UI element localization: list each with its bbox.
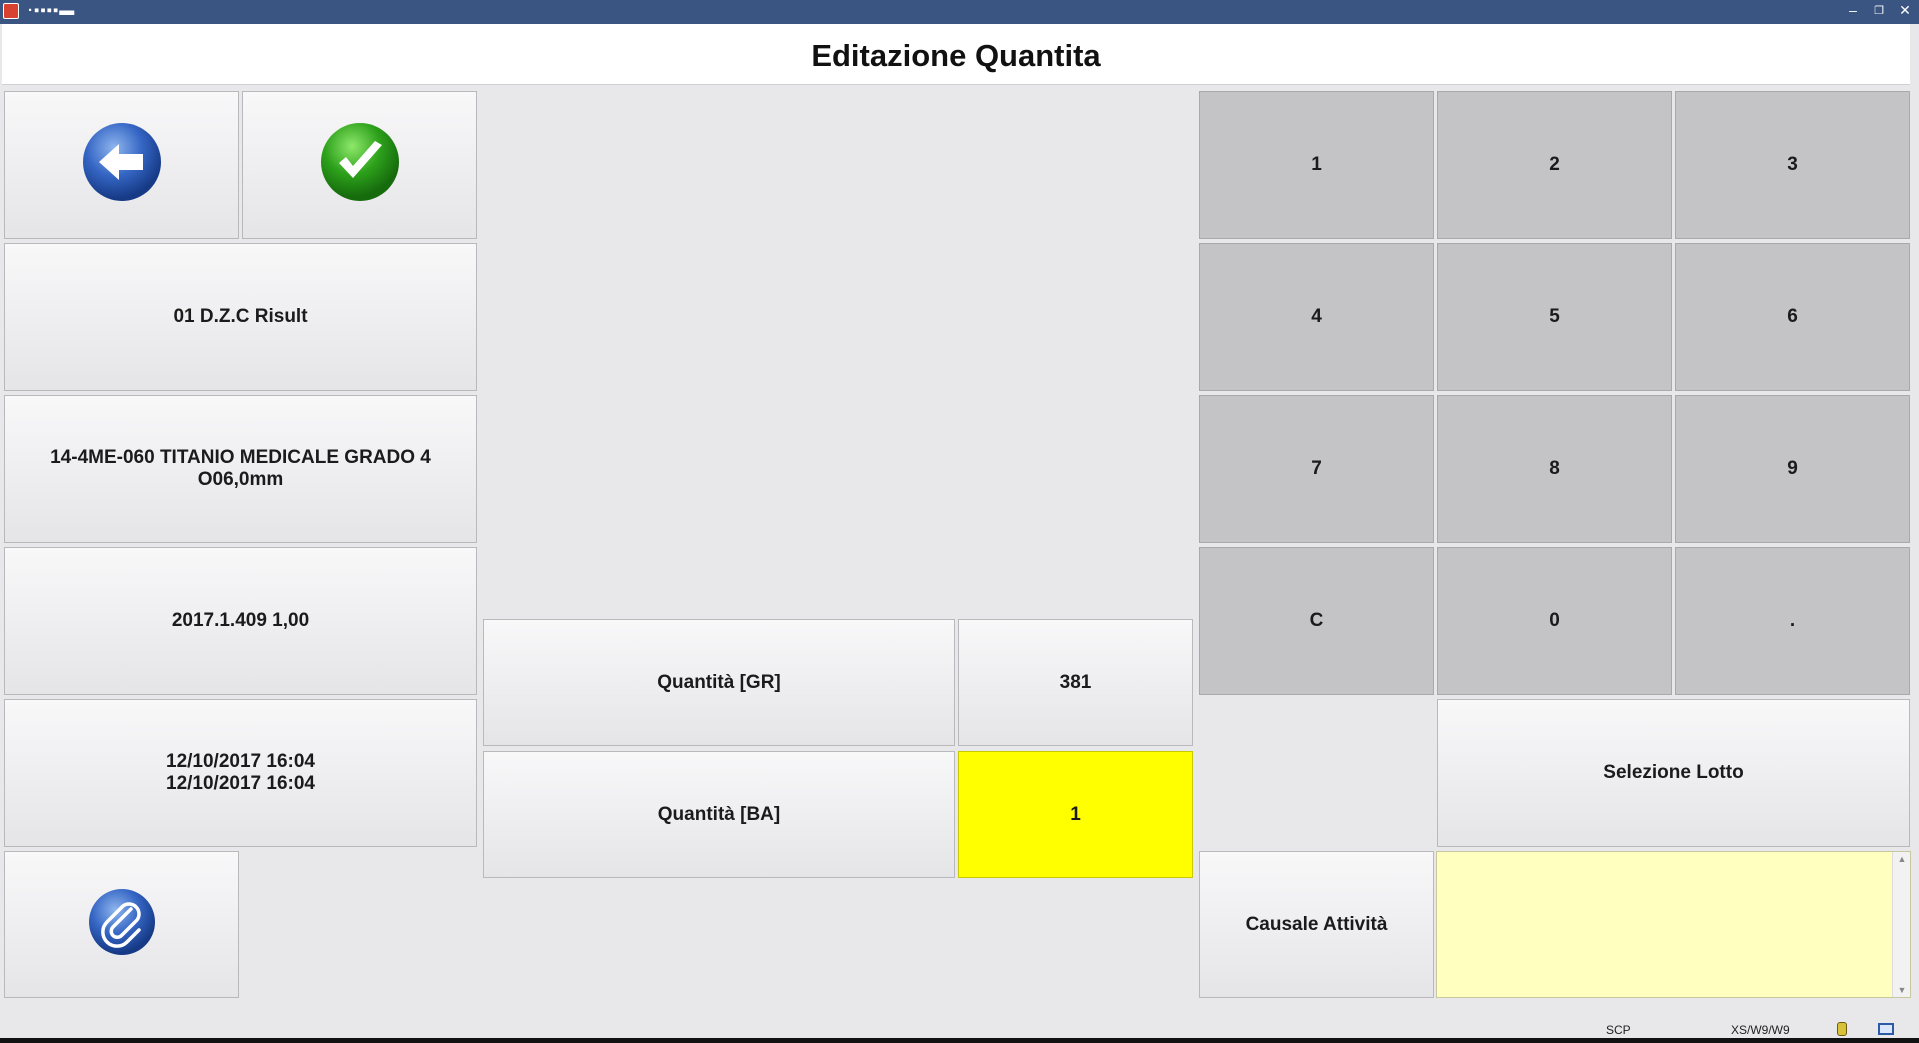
restore-button[interactable]: ❐ — [1870, 4, 1888, 17]
key-clear[interactable]: C — [1199, 547, 1434, 695]
lot-label: 2017.1.409 1,00 — [171, 610, 310, 631]
quantity-gr-value-text: 381 — [1059, 671, 1092, 693]
notes-area: ▲ ▼ — [1436, 851, 1911, 998]
arrow-left-icon — [81, 121, 163, 209]
key-4[interactable]: 4 — [1199, 243, 1434, 391]
lot-selection-label: Selezione Lotto — [1603, 762, 1744, 783]
key-0[interactable]: 0 — [1437, 547, 1672, 695]
app-icon — [3, 3, 19, 19]
paperclip-icon — [87, 887, 157, 963]
scroll-up-icon[interactable]: ▲ — [1893, 854, 1911, 864]
notes-scrollbar[interactable]: ▲ ▼ — [1892, 852, 1910, 997]
page-title: Editazione Quantita — [811, 38, 1101, 73]
status-left: SCP — [1606, 1023, 1631, 1037]
bottom-edge — [0, 1038, 1919, 1043]
start-date: 12/10/2017 16:04 — [166, 751, 315, 772]
article-button[interactable]: 14-4ME-060 TITANIO MEDICALE GRADO 4 O06,… — [4, 395, 477, 543]
page-header: Editazione Quantita — [2, 24, 1910, 85]
database-icon — [1837, 1022, 1847, 1036]
close-button[interactable]: ✕ — [1896, 2, 1914, 19]
quantity-gr-value[interactable]: 381 — [958, 619, 1193, 746]
quantity-gr-label[interactable]: Quantità [GR] — [483, 619, 955, 746]
operator-button[interactable]: 01 D.Z.C Risult — [4, 243, 477, 391]
network-icon — [1878, 1023, 1894, 1035]
quantity-gr-text: Quantità [GR] — [657, 671, 781, 693]
lot-button[interactable]: 2017.1.409 1,00 — [4, 547, 477, 695]
checkmark-icon — [319, 121, 401, 209]
back-button[interactable] — [4, 91, 239, 239]
operator-label: 01 D.Z.C Risult — [173, 306, 308, 327]
key-9[interactable]: 9 — [1675, 395, 1910, 543]
app-name: ·▪▪▪▪▬ — [28, 2, 76, 19]
window-titlebar: ·▪▪▪▪▬ – ❐ ✕ — [0, 0, 1919, 24]
quantity-ba-value[interactable]: 1 — [958, 751, 1193, 878]
activity-reason-label: Causale Attività — [1245, 913, 1388, 935]
key-1[interactable]: 1 — [1199, 91, 1434, 239]
scroll-down-icon[interactable]: ▼ — [1893, 985, 1911, 995]
minimize-button[interactable]: – — [1844, 2, 1862, 18]
attachment-button[interactable] — [4, 851, 239, 998]
key-7[interactable]: 7 — [1199, 395, 1434, 543]
key-decimal[interactable]: . — [1675, 547, 1910, 695]
quantity-ba-value-text: 1 — [1070, 803, 1081, 825]
quantity-ba-label[interactable]: Quantità [BA] — [483, 751, 955, 878]
activity-reason-button[interactable]: Causale Attività — [1199, 851, 1434, 998]
dates-button[interactable]: 12/10/2017 16:04 12/10/2017 16:04 — [4, 699, 477, 847]
article-label: 14-4ME-060 TITANIO MEDICALE GRADO 4 O06,… — [50, 447, 431, 490]
quantity-ba-text: Quantità [BA] — [657, 803, 781, 825]
key-2[interactable]: 2 — [1437, 91, 1672, 239]
notes-input[interactable] — [1437, 852, 1892, 997]
key-8[interactable]: 8 — [1437, 395, 1672, 543]
end-date: 12/10/2017 16:04 — [166, 773, 315, 794]
key-5[interactable]: 5 — [1437, 243, 1672, 391]
confirm-button[interactable] — [242, 91, 477, 239]
key-6[interactable]: 6 — [1675, 243, 1910, 391]
status-right: XS/W9/W9 — [1731, 1023, 1790, 1037]
key-3[interactable]: 3 — [1675, 91, 1910, 239]
lot-selection-button[interactable]: Selezione Lotto — [1437, 699, 1910, 847]
